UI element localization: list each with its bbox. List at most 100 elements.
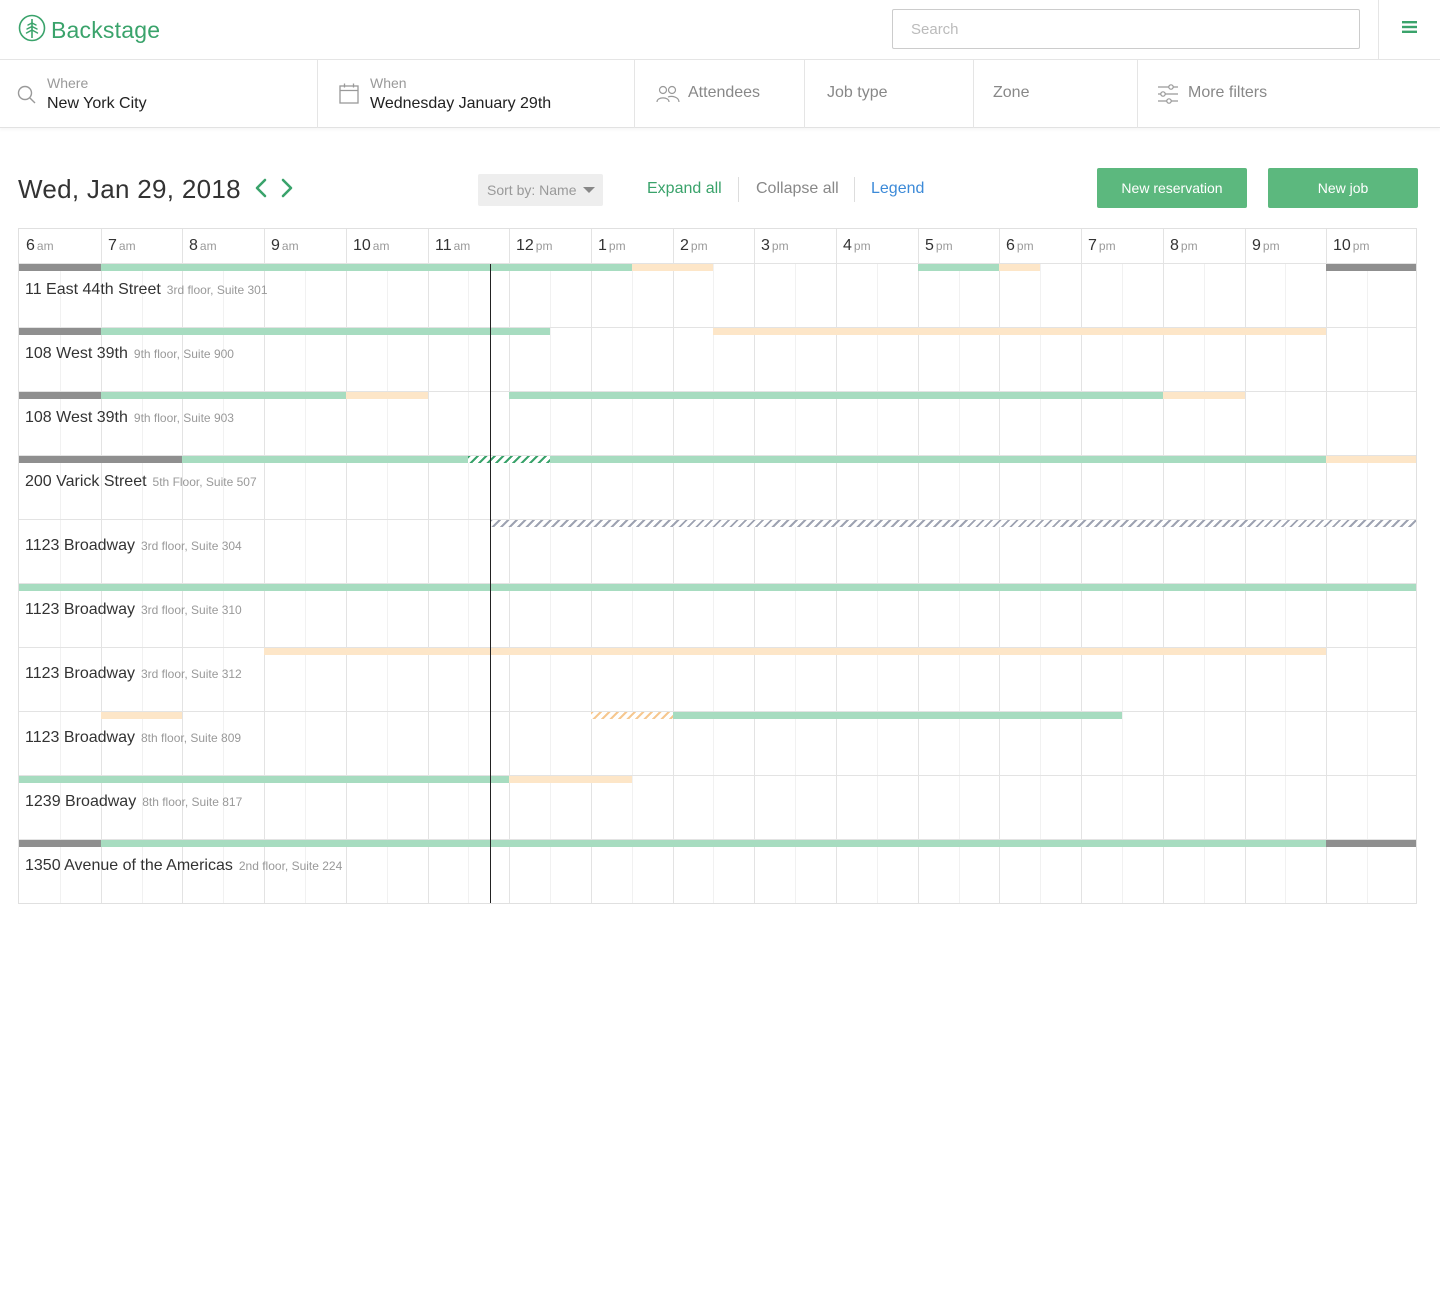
job-type-filter[interactable]: Job type <box>805 60 974 128</box>
hour-suffix: pm <box>1016 239 1034 253</box>
room-name: 108 West 39th <box>25 345 128 362</box>
booking-bar-gray[interactable] <box>19 328 101 335</box>
room-detail: 8th floor, Suite 809 <box>141 731 242 745</box>
booking-bar-orange[interactable] <box>509 776 632 783</box>
sort-dropdown[interactable]: Sort by: Name <box>478 174 603 206</box>
hour-number: 8 <box>189 237 198 254</box>
hour-label: 10 am <box>353 237 389 255</box>
booking-bar-gray[interactable] <box>19 392 101 399</box>
zone-label: Zone <box>993 84 1030 101</box>
booking-bar-gray[interactable] <box>19 264 101 271</box>
booking-bar-green[interactable] <box>101 264 632 271</box>
room-row-label[interactable]: 108 West 39th 9th floor, Suite 903 <box>25 409 234 427</box>
room-row-label[interactable]: 1123 Broadway 3rd floor, Suite 304 <box>25 537 242 555</box>
more-filters[interactable]: More filters <box>1138 60 1440 128</box>
new-reservation-button[interactable]: New reservation <box>1097 168 1247 208</box>
booking-bar-green[interactable] <box>19 584 1416 591</box>
room-row-label[interactable]: 200 Varick Street 5th Floor, Suite 507 <box>25 473 257 491</box>
booking-bar-gray[interactable] <box>19 456 182 463</box>
new-job-button[interactable]: New job <box>1268 168 1418 208</box>
hour-number: 8 <box>1170 237 1179 254</box>
booking-bar-gray[interactable] <box>19 840 101 847</box>
where-filter[interactable]: Where New York City <box>0 60 318 128</box>
hour-suffix: pm <box>771 239 789 253</box>
booking-bar-hatch-green[interactable] <box>468 456 550 463</box>
hour-label: 9 am <box>271 237 299 255</box>
booking-bar-orange[interactable] <box>1163 392 1245 399</box>
room-row-label[interactable]: 108 West 39th 9th floor, Suite 900 <box>25 345 234 363</box>
room-name: 108 West 39th <box>25 409 128 426</box>
room-name: 1123 Broadway <box>25 601 135 618</box>
more-filters-label: More filters <box>1188 84 1268 101</box>
booking-bar-orange[interactable] <box>713 328 1326 335</box>
hour-label: 10 pm <box>1333 237 1369 255</box>
zone-filter[interactable]: Zone <box>974 60 1138 128</box>
search-input[interactable] <box>892 9 1360 49</box>
attendees-filter[interactable]: Attendees <box>635 60 805 128</box>
room-row-label[interactable]: 1123 Broadway 3rd floor, Suite 310 <box>25 601 242 619</box>
previous-day-button[interactable] <box>251 178 271 202</box>
current-date-title: Wed, Jan 29, 2018 <box>18 174 241 204</box>
collapse-all-link[interactable]: Collapse all <box>756 180 839 198</box>
hour-gridline <box>591 229 592 903</box>
booking-bar-green[interactable] <box>673 712 1122 719</box>
booking-bar-green[interactable] <box>101 392 346 399</box>
hour-number: 6 <box>26 237 35 254</box>
room-row-label[interactable]: 1123 Broadway 8th floor, Suite 809 <box>25 729 241 747</box>
booking-bar-hatch-orange[interactable] <box>591 712 673 719</box>
booking-bar-gray[interactable] <box>1326 264 1416 271</box>
booking-bar-orange[interactable] <box>999 264 1040 271</box>
booking-bar-green[interactable] <box>19 776 509 783</box>
booking-bar-orange[interactable] <box>346 392 428 399</box>
hour-label: 8 pm <box>1170 237 1198 255</box>
room-name: 200 Varick Street <box>25 473 147 490</box>
menu-button[interactable] <box>1378 0 1440 59</box>
booking-bar-green[interactable] <box>509 392 1163 399</box>
hour-suffix: pm <box>1180 239 1198 253</box>
room-detail: 3rd floor, Suite 304 <box>141 539 242 553</box>
booking-bar-gray[interactable] <box>1326 840 1416 847</box>
hour-label: 5 pm <box>925 237 953 255</box>
job-type-label: Job type <box>827 84 888 101</box>
room-row-label[interactable]: 1123 Broadway 3rd floor, Suite 312 <box>25 665 242 683</box>
hour-suffix: pm <box>608 239 626 253</box>
booking-bar-orange[interactable] <box>632 264 713 271</box>
legend-link[interactable]: Legend <box>871 180 924 198</box>
hour-number: 4 <box>843 237 852 254</box>
hour-label: 6 pm <box>1006 237 1034 255</box>
booking-bar-orange[interactable] <box>101 712 182 719</box>
room-detail: 3rd floor, Suite 301 <box>166 283 268 297</box>
booking-bar-green[interactable] <box>182 456 468 463</box>
current-time-line <box>490 264 491 903</box>
booking-bar-hatch-gray[interactable] <box>490 520 1416 527</box>
hour-suffix: am <box>199 239 217 253</box>
hour-number: 12 <box>516 237 534 254</box>
expand-all-link[interactable]: Expand all <box>647 180 722 198</box>
when-filter[interactable]: When Wednesday January 29th <box>318 60 635 128</box>
hour-number: 9 <box>1252 237 1261 254</box>
hour-suffix: am <box>281 239 299 253</box>
booking-bar-orange[interactable] <box>264 648 1326 655</box>
room-detail: 3rd floor, Suite 312 <box>141 667 242 681</box>
hour-label: 3 pm <box>761 237 789 255</box>
booking-bar-green[interactable] <box>101 328 550 335</box>
booking-bar-green[interactable] <box>918 264 999 271</box>
when-label: When <box>370 75 407 91</box>
hour-number: 2 <box>680 237 689 254</box>
logo[interactable]: Backstage <box>18 14 160 45</box>
sort-label: Sort by: Name <box>487 182 577 198</box>
people-icon <box>656 85 680 108</box>
room-row-label[interactable]: 11 East 44th Street 3rd floor, Suite 301 <box>25 281 268 299</box>
next-day-button[interactable] <box>277 178 297 202</box>
room-detail: 9th floor, Suite 900 <box>133 347 234 361</box>
room-row-label[interactable]: 1239 Broadway 8th floor, Suite 817 <box>25 793 242 811</box>
room-row-label[interactable]: 1350 Avenue of the Americas 2nd floor, Su… <box>25 857 342 875</box>
where-label: Where <box>47 75 89 91</box>
hour-suffix: am <box>118 239 136 253</box>
booking-bar-orange[interactable] <box>1326 456 1416 463</box>
caret-down-icon <box>583 187 595 193</box>
hour-number: 1 <box>598 237 607 254</box>
booking-bar-green[interactable] <box>101 840 1326 847</box>
hour-label: 7 pm <box>1088 237 1116 255</box>
booking-bar-green[interactable] <box>550 456 1326 463</box>
